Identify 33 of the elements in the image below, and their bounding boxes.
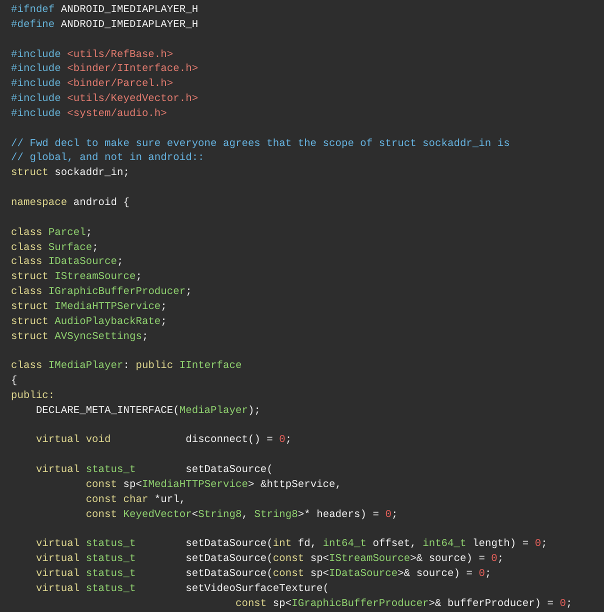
code-line: class Surface; — [11, 240, 98, 256]
code-line: virtual status_t setDataSource(int fd, int64_t offset, int64_t length) = 0; — [34, 537, 548, 552]
code-line: struct AudioPlaybackRate; — [11, 314, 167, 330]
code-line: const char *url, — [84, 492, 186, 508]
code-line: struct IStreamSource; — [11, 270, 142, 286]
code-line: #include <utils/KeyedVector.h> — [11, 92, 198, 107]
code-line: // global, and not in android:: — [11, 151, 204, 166]
code-line: #include <utils/RefBase.h> — [11, 48, 174, 62]
code-line: const KeyedVector<String8, String8>* headers) = 0; — [84, 508, 398, 523]
code-line: virtual status_t setDataSource(const sp<IDataSource>& source) = 0; — [34, 567, 492, 582]
code-line: virtual void disconnect() = 0; — [34, 433, 292, 448]
code-line: #include <system/audio.h> — [11, 106, 167, 122]
code-line: #include <binder/Parcel.h> — [11, 77, 174, 92]
code-line: DECLARE_META_INTERFACE(MediaPlayer); — [34, 404, 260, 419]
code-line: virtual status_t setDataSource(const sp<IStreamSource>& source) = 0; — [34, 552, 504, 568]
code-line: namespace android { — [11, 196, 130, 211]
code-line: struct sockaddr_in; — [11, 166, 130, 182]
code-line: // Fwd decl to make sure everyone agrees that the scope of struct sockaddr_in is — [11, 136, 510, 152]
code-line: class IMediaPlayer: public IInterface — [11, 359, 242, 374]
code-line: struct IMediaHTTPService; — [11, 300, 167, 315]
code-line: class Parcel; — [11, 226, 92, 240]
code-line: public: — [11, 388, 55, 404]
code-line: #ifndef ANDROID_IMEDIAPLAYER_H — [11, 3, 198, 18]
code-line: class IGraphicBufferProducer; — [11, 285, 192, 300]
code-line: virtual status_t setDataSource( — [34, 463, 273, 478]
code-line: const sp<IMediaHTTPService> &httpService, — [84, 478, 342, 493]
code-line: #define ANDROID_IMEDIAPLAYER_H — [11, 18, 198, 33]
code-line: virtual status_t setVideoSurfaceTexture( — [34, 582, 330, 597]
code-line: #include <binder/IInterface.h> — [11, 62, 198, 78]
code-line: class IDataSource; — [11, 255, 124, 270]
code-line: const sp<IGraphicBufferProducer>& bufferProducer) = 0; — [234, 596, 572, 612]
code-line: { — [11, 374, 18, 389]
code-line: struct AVSyncSettings; — [11, 330, 148, 344]
